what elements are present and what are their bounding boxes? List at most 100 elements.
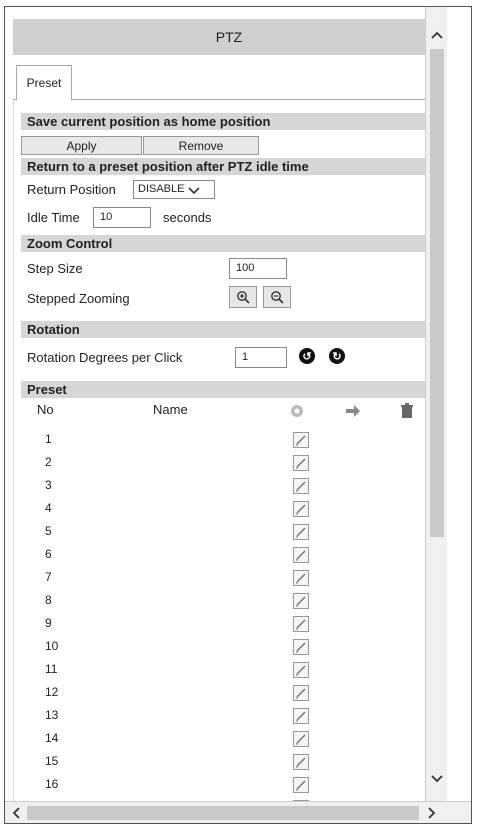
scroll-up-arrow[interactable] <box>429 27 445 43</box>
edit-preset-button[interactable] <box>293 501 309 517</box>
pencil-icon <box>296 504 306 515</box>
vertical-scroll-thumb[interactable] <box>430 49 444 537</box>
pencil-icon <box>296 596 306 607</box>
edit-preset-button[interactable] <box>293 731 309 747</box>
table-row: 1 <box>21 429 439 452</box>
pencil-icon <box>296 573 306 584</box>
table-row: 7 <box>21 567 439 590</box>
rotation-degrees-label: Rotation Degrees per Click <box>27 350 183 365</box>
return-position-label: Return Position <box>27 182 116 197</box>
column-header-name: Name <box>153 402 188 417</box>
table-row: 4 <box>21 498 439 521</box>
ptz-window: PTZ Preset Save current position as home… <box>4 6 472 824</box>
preset-number: 12 <box>45 685 59 699</box>
zoom-in-button[interactable] <box>229 286 257 308</box>
edit-preset-button[interactable] <box>293 570 309 586</box>
preset-number: 1 <box>45 432 52 446</box>
horizontal-scroll-thumb[interactable] <box>27 806 419 820</box>
return-position-select[interactable]: DISABLE <box>133 180 215 199</box>
pencil-icon <box>296 619 306 630</box>
table-row: 3 <box>21 475 439 498</box>
chevron-down-icon <box>431 775 443 783</box>
preset-number: 9 <box>45 616 52 630</box>
pencil-icon <box>296 481 306 492</box>
table-row: 16 <box>21 774 439 797</box>
table-row: 14 <box>21 728 439 751</box>
edit-preset-button[interactable] <box>293 777 309 793</box>
pencil-icon <box>296 435 306 446</box>
vertical-scrollbar[interactable] <box>425 7 447 803</box>
section-zoom-control: Zoom Control <box>21 235 439 252</box>
pencil-icon <box>296 780 306 791</box>
edit-preset-button[interactable] <box>293 478 309 494</box>
preset-number: 6 <box>45 547 52 561</box>
rotate-ccw-button[interactable]: ↺ <box>299 348 315 364</box>
table-row: 2 <box>21 452 439 475</box>
tab-preset[interactable]: Preset <box>16 65 72 101</box>
arrow-right-icon <box>346 405 360 417</box>
idle-time-unit: seconds <box>163 210 212 225</box>
preset-number: 11 <box>45 662 58 676</box>
edit-preset-button[interactable] <box>293 455 309 471</box>
preset-number: 14 <box>45 731 59 745</box>
step-size-label: Step Size <box>27 261 83 276</box>
remove-button[interactable]: Remove <box>143 136 259 155</box>
edit-preset-button[interactable] <box>293 754 309 770</box>
table-row: 6 <box>21 544 439 567</box>
section-rotation: Rotation <box>21 321 439 338</box>
ptz-panel: PTZ Preset Save current position as home… <box>5 7 447 803</box>
pencil-icon <box>296 711 306 722</box>
preset-number: 3 <box>45 478 52 492</box>
edit-preset-button[interactable] <box>293 639 309 655</box>
preset-number: 4 <box>45 501 52 515</box>
preset-number: 5 <box>45 524 52 538</box>
pencil-icon <box>296 458 306 469</box>
table-row: 12 <box>21 682 439 705</box>
preset-number: 8 <box>45 593 52 607</box>
rotate-ccw-icon: ↺ <box>302 350 312 363</box>
magnifier-plus-icon <box>237 291 250 304</box>
scroll-left-arrow[interactable] <box>9 805 23 821</box>
chevron-down-icon <box>188 186 201 194</box>
edit-preset-button[interactable] <box>293 593 309 609</box>
edit-preset-button[interactable] <box>293 547 309 563</box>
edit-preset-button[interactable] <box>293 524 309 540</box>
stepped-zoom-label: Stepped Zooming <box>27 291 130 306</box>
section-home-position: Save current position as home position <box>21 113 439 130</box>
pencil-icon <box>296 527 306 538</box>
rotate-cw-icon: ↻ <box>332 350 342 363</box>
chevron-up-icon <box>431 31 443 39</box>
pencil-icon <box>296 757 306 768</box>
section-preset: Preset <box>21 381 439 398</box>
horizontal-scrollbar[interactable] <box>5 801 471 823</box>
step-size-input[interactable]: 100 <box>229 258 287 279</box>
edit-preset-button[interactable] <box>293 708 309 724</box>
gear-icon <box>291 405 303 417</box>
idle-time-input[interactable]: 10 <box>93 207 151 228</box>
return-position-value: DISABLE <box>138 183 185 195</box>
edit-preset-button[interactable] <box>293 432 309 448</box>
preset-number: 15 <box>45 754 59 768</box>
table-row: 8 <box>21 590 439 613</box>
zoom-out-button[interactable] <box>263 286 291 308</box>
edit-preset-button[interactable] <box>293 662 309 678</box>
scroll-down-arrow[interactable] <box>429 771 445 787</box>
edit-preset-button[interactable] <box>293 685 309 701</box>
edit-preset-button[interactable] <box>293 616 309 632</box>
chevron-right-icon <box>428 807 436 819</box>
magnifier-minus-icon <box>271 291 284 304</box>
apply-button[interactable]: Apply <box>21 136 142 155</box>
chevron-left-icon <box>12 807 20 819</box>
rotation-degrees-input[interactable]: 1 <box>235 347 287 368</box>
pencil-icon <box>296 665 306 676</box>
page-title: PTZ <box>13 19 445 55</box>
pencil-icon <box>296 642 306 653</box>
pencil-icon <box>296 688 306 699</box>
section-idle-return: Return to a preset position after PTZ id… <box>21 158 439 175</box>
table-row: 13 <box>21 705 439 728</box>
scroll-right-arrow[interactable] <box>425 805 439 821</box>
table-row: 15 <box>21 751 439 774</box>
table-row: 5 <box>21 521 439 544</box>
column-header-no: No <box>37 402 54 417</box>
rotate-cw-button[interactable]: ↻ <box>329 348 345 364</box>
